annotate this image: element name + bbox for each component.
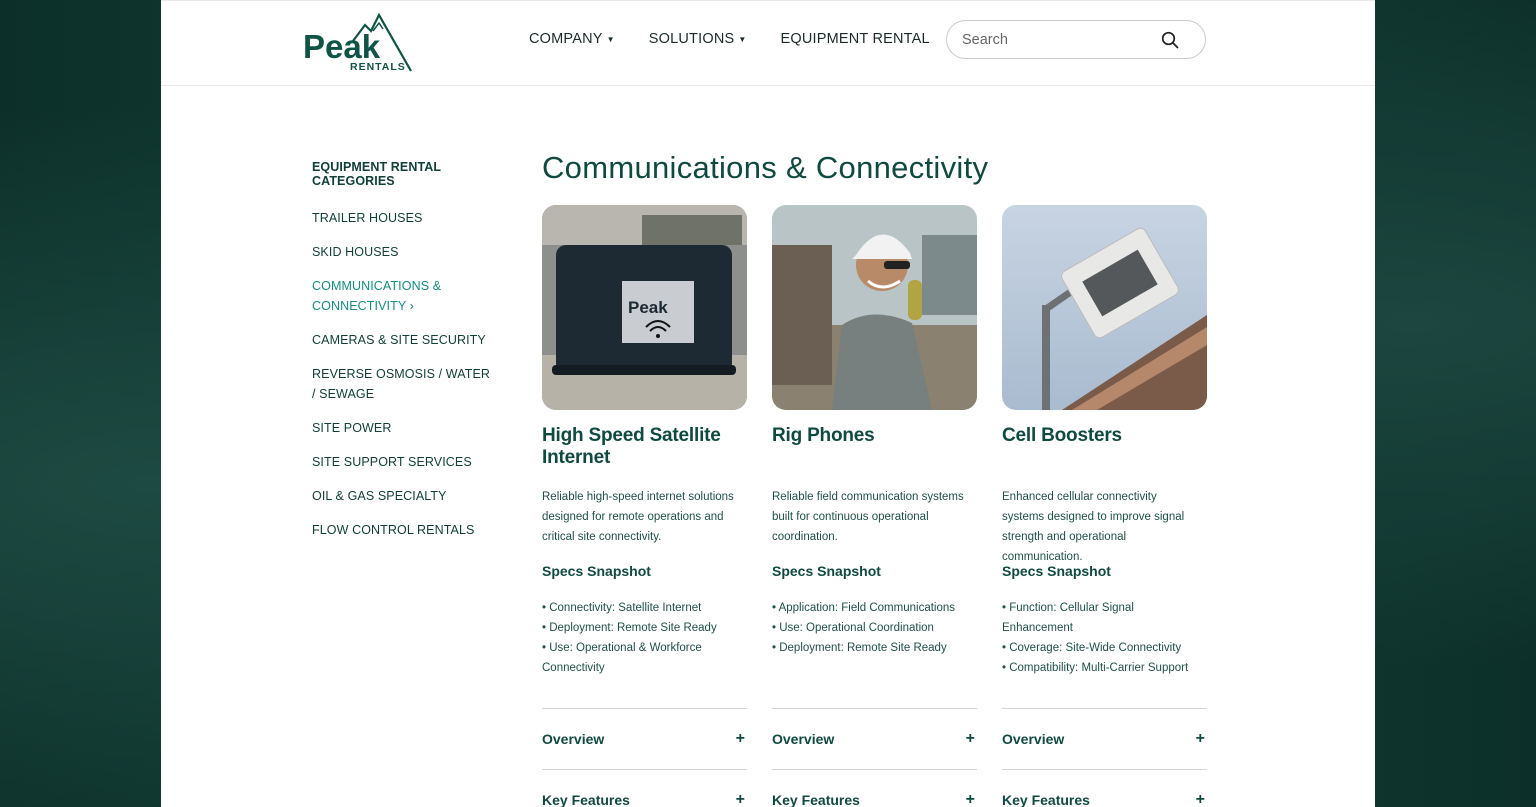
caret-down-icon: ▼ (606, 34, 615, 44)
spec-item: • Deployment: Remote Site Ready (542, 622, 717, 634)
accordion-label: Overview (542, 731, 605, 747)
search-icon[interactable] (1161, 31, 1179, 54)
product-cards: Peak High Speed Satellite Internet Relia… (542, 205, 1232, 807)
card-description: Reliable field communication systems bui… (772, 491, 964, 543)
specs-list: • Application: Field Communications • Us… (772, 598, 977, 658)
sidebar-item-flow-control[interactable]: FLOW CONTROL RENTALS (312, 520, 522, 540)
specs-heading: Specs Snapshot (1002, 563, 1111, 579)
search-box (946, 20, 1206, 59)
peak-rentals-logo[interactable]: Peak RENTALS (303, 13, 415, 73)
sidebar-item-oil-gas[interactable]: OIL & GAS SPECIALTY (312, 486, 522, 506)
sidebar-item-cameras[interactable]: CAMERAS & SITE SECURITY (312, 330, 522, 350)
overview-accordion[interactable]: Overview + (772, 708, 977, 769)
sidebar-item-site-support[interactable]: SITE SUPPORT SERVICES (312, 452, 522, 472)
nav-solutions[interactable]: SOLUTIONS ▼ (649, 31, 747, 47)
specs-heading: Specs Snapshot (542, 563, 651, 579)
satellite-case-photo[interactable]: Peak (542, 205, 747, 410)
main-nav: COMPANY ▼ SOLUTIONS ▼ EQUIPMENT RENTAL (529, 31, 964, 47)
site-header: Peak RENTALS COMPANY ▼ SOLUTIONS ▼ EQUIP… (161, 0, 1375, 86)
accordion-label: Key Features (1002, 792, 1090, 807)
specs-list: • Function: Cellular Signal Enhancement … (1002, 598, 1207, 678)
spec-item: • Use: Operational & Workforce Connectiv… (542, 642, 702, 674)
plus-icon: + (1195, 730, 1205, 747)
sidebar-item-skid-houses[interactable]: SKID HOUSES (312, 242, 522, 262)
overview-accordion[interactable]: Overview + (1002, 708, 1207, 769)
sidebar-item-reverse-osmosis[interactable]: REVERSE OSMOSIS / WATER / SEWAGE (312, 364, 497, 404)
nav-equipment-rental-label: EQUIPMENT RENTAL (780, 31, 930, 47)
product-card: Peak High Speed Satellite Internet Relia… (542, 205, 747, 807)
page-container: Peak RENTALS COMPANY ▼ SOLUTIONS ▼ EQUIP… (161, 0, 1375, 807)
plus-icon: + (735, 791, 745, 807)
accordion-label: Overview (1002, 731, 1065, 747)
nav-company[interactable]: COMPANY ▼ (529, 31, 615, 47)
plus-icon: + (1195, 791, 1205, 807)
spec-item: • Deployment: Remote Site Ready (772, 642, 947, 654)
card-description: Enhanced cellular connectivity systems d… (1002, 491, 1185, 563)
nav-solutions-label: SOLUTIONS (648, 31, 735, 47)
plus-icon: + (965, 791, 975, 807)
spec-item: • Function: Cellular Signal Enhancement (1002, 602, 1134, 634)
logo-subtitle: RENTALS (350, 61, 406, 73)
card-title[interactable]: Rig Phones (772, 425, 972, 447)
spec-item: • Use: Operational Coordination (772, 622, 934, 634)
spec-item: • Application: Field Communications (772, 602, 956, 614)
specs-list: • Connectivity: Satellite Internet • Dep… (542, 598, 747, 678)
card-description: Reliable high-speed internet solutions d… (542, 491, 734, 543)
page-title: Communications & Connectivity (542, 150, 989, 185)
spec-item: • Coverage: Site-Wide Connectivity (1002, 642, 1182, 654)
product-card: Cell Boosters Enhanced cellular connecti… (1002, 205, 1207, 807)
spec-item: • Compatibility: Multi-Carrier Support (1002, 662, 1189, 674)
nav-company-label: COMPANY (529, 31, 603, 47)
product-card: Rig Phones Reliable field communication … (772, 205, 977, 807)
caret-down-icon: ▼ (738, 34, 747, 44)
category-sidebar: EQUIPMENT RENTAL CATEGORIES TRAILER HOUS… (312, 160, 522, 554)
card-title[interactable]: High Speed Satellite Internet (542, 425, 742, 469)
nav-equipment-rental[interactable]: EQUIPMENT RENTAL (780, 31, 929, 47)
plus-icon: + (735, 730, 745, 747)
sidebar-item-trailer-houses[interactable]: TRAILER HOUSES (312, 208, 522, 228)
overview-accordion[interactable]: Overview + (542, 708, 747, 769)
key-features-accordion[interactable]: Key Features + (542, 769, 747, 807)
sidebar-item-communications[interactable]: COMMUNICATIONS & CONNECTIVITY › (312, 276, 447, 316)
search-input[interactable] (960, 29, 1154, 51)
sidebar-item-site-power[interactable]: SITE POWER (312, 418, 522, 438)
card-title[interactable]: Cell Boosters (1002, 425, 1202, 447)
svg-text:Peak: Peak (628, 298, 668, 317)
worker-on-phone-photo[interactable] (772, 205, 977, 410)
plus-icon: + (965, 730, 975, 747)
accordion-label: Overview (772, 731, 835, 747)
key-features-accordion[interactable]: Key Features + (772, 769, 977, 807)
specs-heading: Specs Snapshot (772, 563, 881, 579)
sidebar-heading: EQUIPMENT RENTAL CATEGORIES (312, 160, 441, 188)
accordion-label: Key Features (772, 792, 860, 807)
cell-booster-antenna-photo[interactable] (1002, 205, 1207, 410)
key-features-accordion[interactable]: Key Features + (1002, 769, 1207, 807)
spec-item: • Connectivity: Satellite Internet (542, 602, 702, 614)
main-content: Communications & Connectivity Peak High … (542, 150, 1222, 807)
logo-wordmark: Peak (303, 28, 381, 65)
accordion-label: Key Features (542, 792, 630, 807)
